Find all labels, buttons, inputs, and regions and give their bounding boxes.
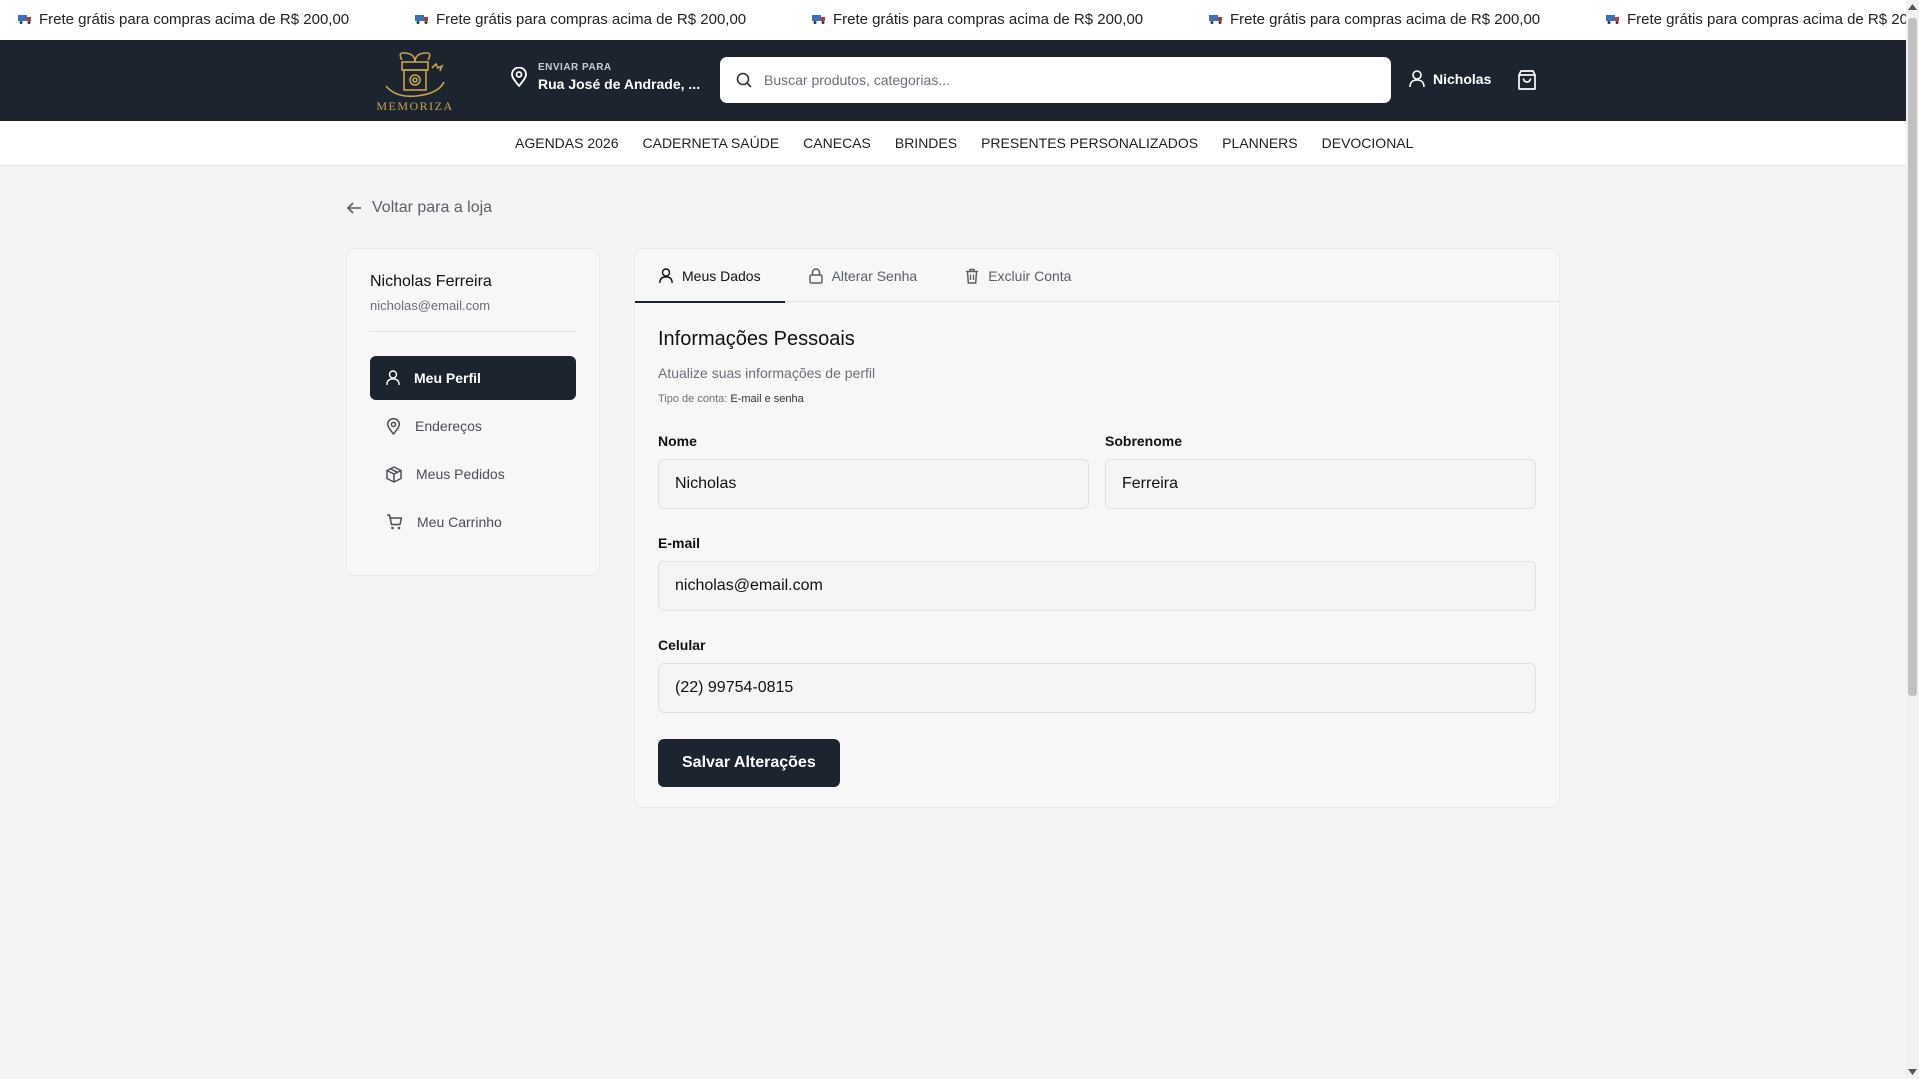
promo-item: Frete grátis para compras acima de R$ 20… <box>415 11 812 28</box>
sidebar-item-label: Meus Pedidos <box>416 466 505 482</box>
back-to-store-link[interactable]: Voltar para a loja <box>346 199 492 217</box>
promo-item: Frete grátis para compras acima de R$ 20… <box>18 11 415 28</box>
user-name: Nicholas <box>1433 71 1492 87</box>
ship-to[interactable]: ENVIAR PARA Rua José de Andrade, ... <box>510 62 700 92</box>
truck-icon <box>1209 15 1223 24</box>
truck-icon <box>1606 15 1620 24</box>
email-field[interactable] <box>658 561 1536 611</box>
logo[interactable]: MEMORIZA <box>372 46 458 116</box>
first-name-field[interactable] <box>658 459 1089 509</box>
site-header: MEMORIZA ENVIAR PARA Rua José de Andrade… <box>0 40 1906 121</box>
ship-address: Rua José de Andrade, ... <box>538 76 701 92</box>
profile-card: Meus Dados Alterar Senha Excluir Conta I… <box>634 248 1560 808</box>
account-type: Tipo de conta: E-mail e senha <box>658 393 1536 405</box>
package-icon <box>386 465 402 483</box>
truck-icon <box>18 15 32 24</box>
profile-tabs: Meus Dados Alterar Senha Excluir Conta <box>635 249 1559 303</box>
last-name-label: Sobrenome <box>1105 433 1183 449</box>
search-bar <box>720 57 1391 103</box>
nav-item-presentes[interactable]: PRESENTES PERSONALIZADOS <box>981 135 1198 151</box>
promo-text: Frete grátis para compras acima de R$ 20… <box>1230 11 1541 28</box>
promo-marquee: Frete grátis para compras acima de R$ 20… <box>0 0 1906 40</box>
divider <box>370 331 576 332</box>
account-type-label: Tipo de conta: <box>658 393 728 405</box>
section-subtitle: Atualize suas informações de perfil <box>658 365 876 381</box>
account-sidebar: Nicholas Ferreira nicholas@email.com Meu… <box>346 248 600 576</box>
promo-item: Frete grátis para compras acima de R$ 20… <box>1606 11 1906 28</box>
nav-item-agendas[interactable]: AGENDAS 2026 <box>515 135 619 151</box>
gift-camera-icon <box>385 52 445 98</box>
promo-text: Frete grátis para compras acima de R$ 20… <box>833 11 1144 28</box>
tab-change-password[interactable]: Alterar Senha <box>785 249 942 302</box>
promo-item: Frete grátis para compras acima de R$ 20… <box>812 11 1209 28</box>
page-scrollbar[interactable] <box>1906 0 1919 1079</box>
cart-button[interactable] <box>1517 69 1537 96</box>
trash-icon <box>966 268 979 284</box>
ship-label: ENVIAR PARA <box>538 62 612 73</box>
sidebar-item-profile[interactable]: Meu Perfil <box>370 356 576 400</box>
category-nav: AGENDAS 2026 CADERNETA SAÚDE CANECAS BRI… <box>0 121 1906 166</box>
truck-icon <box>415 15 429 24</box>
sidebar-item-label: Meu Carrinho <box>417 514 502 530</box>
tab-label: Excluir Conta <box>988 267 1072 284</box>
arrow-left-icon <box>346 202 361 214</box>
nav-item-canecas[interactable]: CANECAS <box>803 135 871 151</box>
phone-label: Celular <box>658 637 706 653</box>
profile-form: Informações Pessoais Atualize suas infor… <box>635 302 1559 813</box>
tab-label: Meus Dados <box>682 267 761 284</box>
section-title: Informações Pessoais <box>658 328 855 350</box>
user-icon <box>659 267 673 283</box>
first-name-label: Nome <box>658 433 697 449</box>
save-changes-button[interactable]: Salvar Alterações <box>658 739 840 787</box>
phone-field[interactable] <box>658 663 1536 713</box>
sidebar-item-orders[interactable]: Meus Pedidos <box>370 452 576 496</box>
back-link-label: Voltar para a loja <box>372 199 493 216</box>
scrollbar-thumb[interactable] <box>1908 18 1917 696</box>
shopping-bag-icon <box>1518 70 1536 90</box>
promo-text: Frete grátis para compras acima de R$ 20… <box>1627 11 1906 28</box>
sidebar-item-cart[interactable]: Meu Carrinho <box>370 500 576 544</box>
scroll-down-icon[interactable] <box>1908 1069 1917 1075</box>
sidebar-item-label: Endereços <box>415 418 482 434</box>
user-icon <box>386 370 400 386</box>
scroll-up-icon[interactable] <box>1908 4 1917 10</box>
truck-icon <box>812 15 826 24</box>
user-icon <box>1409 70 1425 88</box>
promo-text: Frete grátis para compras acima de R$ 20… <box>39 11 350 28</box>
search-input[interactable] <box>764 72 1364 88</box>
nav-item-devocional[interactable]: DEVOCIONAL <box>1322 135 1414 151</box>
sidebar-item-label: Meu Perfil <box>414 370 481 386</box>
account-type-value: E-mail e senha <box>730 393 804 405</box>
lock-icon <box>808 267 823 284</box>
nav-item-caderneta[interactable]: CADERNETA SAÚDE <box>643 135 780 151</box>
tab-delete-account[interactable]: Excluir Conta <box>941 249 1095 302</box>
search-icon <box>736 72 752 88</box>
promo-text: Frete grátis para compras acima de R$ 20… <box>436 11 747 28</box>
logo-text: MEMORIZA <box>376 99 454 113</box>
last-name-field[interactable] <box>1105 459 1536 509</box>
tab-label: Alterar Senha <box>831 267 918 284</box>
map-pin-icon <box>386 417 401 435</box>
promo-item: Frete grátis para compras acima de R$ 20… <box>1209 11 1606 28</box>
cart-icon <box>387 514 403 530</box>
user-account[interactable]: Nicholas <box>1409 70 1491 88</box>
sidebar-user-email: nicholas@email.com <box>370 298 491 313</box>
tab-my-data[interactable]: Meus Dados <box>635 249 785 303</box>
map-pin-icon <box>511 67 527 87</box>
sidebar-item-addresses[interactable]: Endereços <box>370 404 576 448</box>
nav-item-brindes[interactable]: BRINDES <box>895 135 957 151</box>
sidebar-user-name: Nicholas Ferreira <box>370 273 492 290</box>
nav-item-planners[interactable]: PLANNERS <box>1222 135 1297 151</box>
email-label: E-mail <box>658 535 701 551</box>
